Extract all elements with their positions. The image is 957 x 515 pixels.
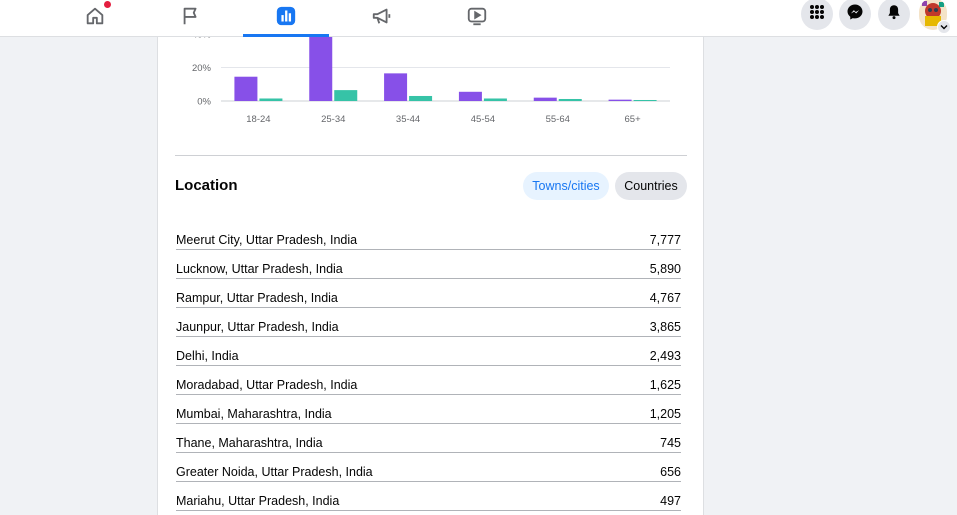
location-name: Rampur, Uttar Pradesh, India [176,291,338,305]
x-tick-label: 25-34 [321,114,345,125]
account-menu-button[interactable] [937,20,951,34]
chevron-down-icon [940,18,948,36]
location-row: Mumbai, Maharashtra, India 1,205 [176,396,681,424]
nav-tab-insights[interactable] [243,0,329,37]
location-value: 497 [660,494,681,508]
y-tick-label: 20% [192,63,212,74]
nav-tab-ads[interactable] [339,0,425,36]
x-tick-label: 65+ [625,114,642,125]
messenger-icon [846,3,864,26]
bar-series-1[interactable] [384,73,408,101]
location-row: Thane, Maharashtra, India 745 [176,425,681,453]
location-name: Mariahu, Uttar Pradesh, India [176,494,340,508]
location-value: 7,777 [649,233,681,247]
bar-chart-icon [275,5,297,32]
location-title: Location [175,177,238,194]
nav-tab-watch[interactable] [434,0,520,36]
section-divider [175,155,687,156]
location-name: Jaunpur, Uttar Pradesh, India [176,320,339,334]
messenger-button[interactable] [839,0,871,30]
bar-series-1[interactable] [458,91,482,101]
bar-series-1[interactable] [533,97,557,101]
x-tick-label: 55-64 [546,114,570,125]
home-icon [84,5,106,32]
nav-tab-home[interactable] [52,0,138,36]
bar-series-1[interactable] [234,76,258,101]
location-row: Meerut City, Uttar Pradesh, India 7,777 [176,222,681,250]
bar-series-2[interactable] [633,99,657,101]
location-list: Meerut City, Uttar Pradesh, India 7,777 Lu… [176,222,681,512]
video-play-icon [466,5,488,32]
age-gender-bar-chart: 0%20%40%18-2425-3435-4445-5455-6465+ [192,36,670,125]
top-navigation-bar [0,0,957,37]
notification-dot [103,0,112,9]
bar-series-2[interactable] [483,98,507,101]
location-value: 745 [660,436,681,450]
location-name: Thane, Maharashtra, India [176,436,323,450]
location-row: Jaunpur, Uttar Pradesh, India 3,865 [176,309,681,337]
notifications-button[interactable] [878,0,910,30]
location-value: 656 [660,465,681,479]
location-row: Lucknow, Uttar Pradesh, India 5,890 [176,251,681,279]
location-name: Lucknow, Uttar Pradesh, India [176,262,343,276]
location-row: Delhi, India 2,493 [176,338,681,366]
grid-menu-icon [809,4,825,25]
menu-button[interactable] [801,0,833,30]
location-name: Mumbai, Maharashtra, India [176,407,332,421]
location-name: Meerut City, Uttar Pradesh, India [176,233,358,247]
flag-icon [180,5,202,32]
x-tick-label: 18-24 [246,114,270,125]
location-value: 1,625 [649,378,681,392]
megaphone-icon [371,5,393,32]
bar-series-2[interactable] [409,95,433,101]
bar-series-2[interactable] [334,90,358,101]
bar-series-2[interactable] [259,98,283,101]
location-row: Greater Noida, Uttar Pradesh, India 656 [176,454,681,482]
location-value: 1,205 [649,407,681,421]
insights-card: 0%20%40%18-2425-3435-4445-5455-6465+ Loc… [157,36,704,515]
location-row: Mariahu, Uttar Pradesh, India 497 [176,483,681,511]
bell-icon [885,3,903,26]
x-tick-label: 35-44 [396,114,420,125]
tab-countries[interactable]: Countries [615,172,687,200]
location-value: 4,767 [649,291,681,305]
y-tick-label: 0% [197,97,211,108]
location-value: 2,493 [649,349,681,363]
location-value: 5,890 [649,262,681,276]
location-value: 3,865 [649,320,681,334]
tab-towns-cities[interactable]: Towns/cities [523,172,609,200]
location-name: Greater Noida, Uttar Pradesh, India [176,465,373,479]
location-row: Moradabad, Uttar Pradesh, India 1,625 [176,367,681,395]
bar-series-2[interactable] [558,98,582,101]
x-tick-label: 45-54 [471,114,495,125]
location-name: Delhi, India [176,349,239,363]
nav-tab-pages[interactable] [148,0,234,36]
bar-series-1[interactable] [309,36,333,101]
bar-series-1[interactable] [608,99,632,101]
location-row: Rampur, Uttar Pradesh, India 4,767 [176,280,681,308]
location-name: Moradabad, Uttar Pradesh, India [176,378,358,392]
